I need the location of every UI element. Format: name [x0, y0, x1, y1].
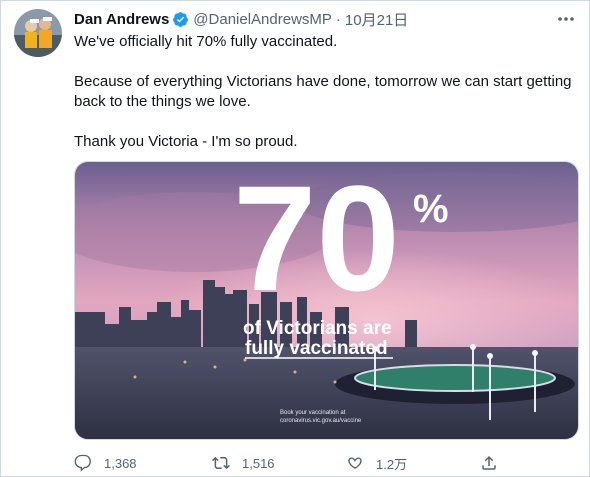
tweet-text: We've officially hit 70% fully vaccinate… [74, 32, 579, 152]
like-count: 1.2万 [376, 456, 408, 472]
tweet-actions: 1,368 1,516 1.2万 [74, 451, 504, 475]
like-icon [348, 457, 362, 469]
media-caption-line2: fully vaccinated [245, 338, 388, 359]
verified-badge-icon [173, 11, 189, 27]
share-icon [482, 455, 496, 470]
media-small-line2: coronavirus.vic.gov.au/vaccine [280, 418, 362, 424]
tweet-date[interactable]: 10月21日 [345, 9, 408, 30]
reply-icon [74, 454, 91, 472]
like-button[interactable]: 1.2万 [346, 454, 407, 473]
author-avatar[interactable] [14, 9, 62, 57]
media-graphic: 70 % of Victorians are fully vaccinated … [75, 162, 578, 439]
retweet-icon [212, 456, 230, 470]
tweet-header: Dan Andrews @DanielAndrewsMP · 10月21日 [74, 9, 550, 29]
media-big-number: 70 [233, 162, 400, 322]
reply-count: 1,368 [104, 455, 137, 471]
separator-dot: · [335, 10, 341, 28]
tweet-text-line: Thank you Victoria - I'm so proud. [74, 133, 298, 150]
media-small-line1: Book your vaccination at [280, 410, 346, 416]
retweet-button[interactable]: 1,516 [212, 454, 275, 472]
media-caption-line1: of Victorians are [243, 318, 392, 339]
author-handle[interactable]: @DanielAndrewsMP [193, 11, 332, 28]
reply-button[interactable]: 1,368 [74, 454, 137, 472]
more-icon[interactable] [556, 10, 576, 28]
avatar-image [14, 9, 62, 57]
media-percent-sign: % [413, 187, 449, 231]
tweet-text-line: We've officially hit 70% fully vaccinate… [74, 33, 338, 50]
tweet-media-image[interactable]: 70 % of Victorians are fully vaccinated … [74, 161, 579, 440]
retweet-count: 1,516 [242, 455, 275, 471]
share-button[interactable] [480, 454, 510, 472]
author-name[interactable]: Dan Andrews [74, 11, 169, 28]
tweet-text-line: Because of everything Victorians have do… [74, 73, 572, 110]
